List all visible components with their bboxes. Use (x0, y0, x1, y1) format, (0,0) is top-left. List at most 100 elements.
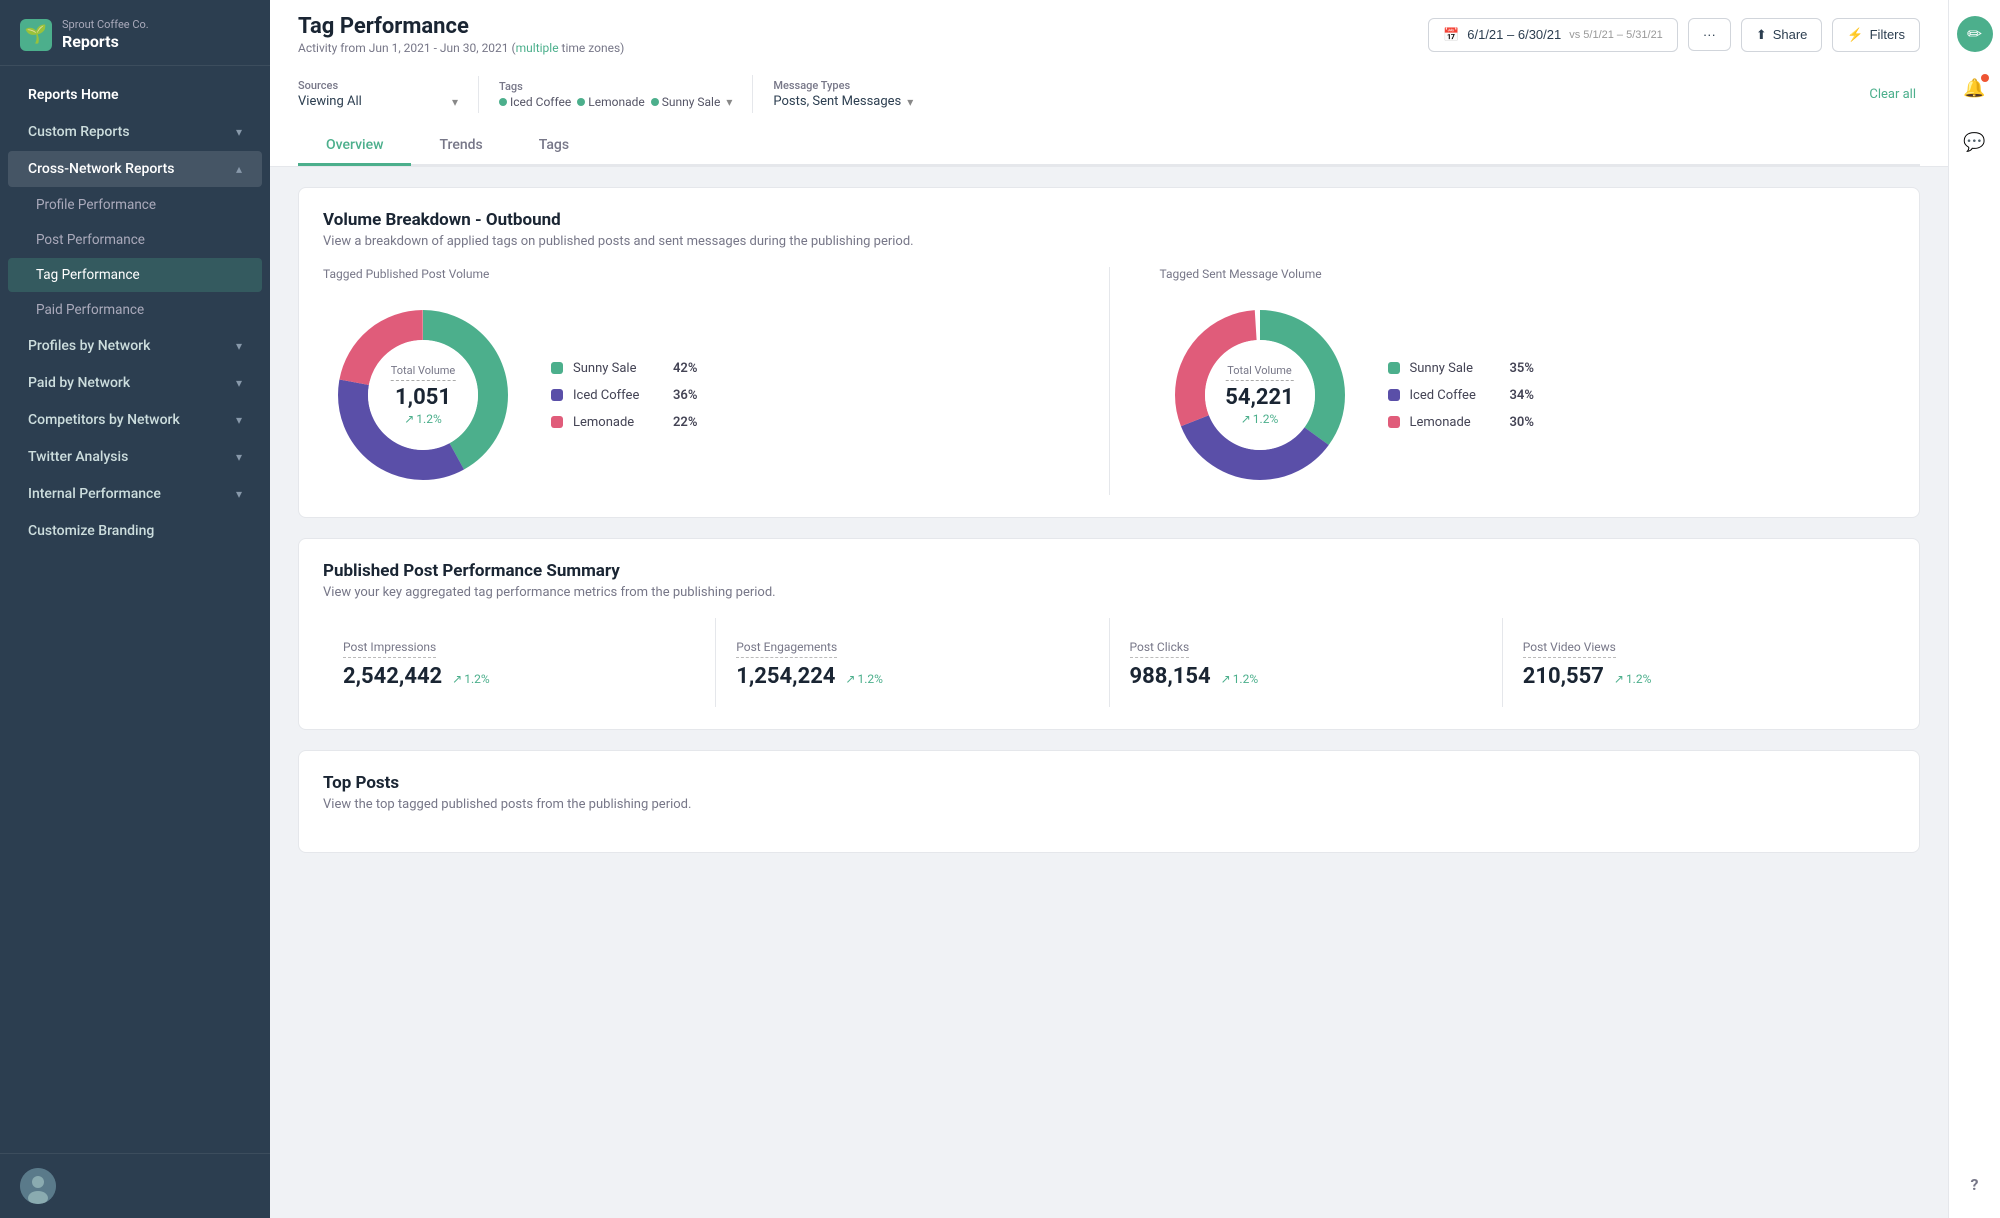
volume-breakdown-card: Volume Breakdown - Outbound View a break… (298, 187, 1920, 518)
stat-post-engagements: Post Engagements 1,254,224 ↗ 1.2% (716, 618, 1109, 707)
page-title: Tag Performance (298, 14, 624, 39)
post-performance-desc: View your key aggregated tag performance… (323, 585, 1895, 600)
chevron-down-icon: ▾ (236, 487, 242, 501)
legend-item-sunny-sale: Sunny Sale 42% (551, 361, 697, 376)
legend-item-r-sunny-sale: Sunny Sale 35% (1388, 361, 1534, 376)
post-performance-title: Published Post Performance Summary (323, 561, 1895, 581)
trend-up-icon: ↗ (1221, 672, 1231, 686)
sidebar-header: 🌱 Sprout Coffee Co. Reports (0, 0, 270, 66)
right-chart-legend: Sunny Sale 35% Iced Coffee 34% Lemonade (1388, 361, 1534, 430)
comment-icon: 💬 (1963, 132, 1985, 153)
tags-filter[interactable]: Tags Iced Coffee Lemonade Sunny Sale ▾ (478, 76, 752, 113)
sidebar-item-paid-by-network[interactable]: Paid by Network ▾ (8, 365, 262, 401)
right-donut-chart: Total Volume 54,221 ↗ 1.2% (1160, 295, 1360, 495)
volume-card-desc: View a breakdown of applied tags on publ… (323, 234, 1895, 249)
tag-sunny-sale: Sunny Sale (651, 95, 721, 109)
stats-row: Post Impressions 2,542,442 ↗ 1.2% Post E… (323, 618, 1895, 707)
share-button[interactable]: ⬆ Share (1741, 18, 1823, 52)
notification-dot (1981, 74, 1989, 82)
top-posts-title: Top Posts (323, 773, 1895, 793)
post-performance-card: Published Post Performance Summary View … (298, 538, 1920, 730)
stat-post-video-views: Post Video Views 210,557 ↗ 1.2% (1503, 618, 1895, 707)
right-icon-bar: ✏ 🔔 💬 ? (1948, 0, 2000, 1218)
chevron-down-icon: ▾ (236, 376, 242, 390)
content-area: Volume Breakdown - Outbound View a break… (270, 167, 1948, 1218)
page-subtitle: Activity from Jun 1, 2021 - Jun 30, 2021… (298, 41, 624, 55)
notifications-button[interactable]: 🔔 (1957, 70, 1993, 106)
trend-up-icon: ↗ (845, 672, 855, 686)
stat-post-impressions: Post Impressions 2,542,442 ↗ 1.2% (323, 618, 716, 707)
share-icon: ⬆ (1756, 27, 1767, 43)
sidebar-item-customize-branding[interactable]: Customize Branding (8, 513, 262, 549)
sources-filter[interactable]: Sources Viewing All ▾ (298, 75, 478, 113)
filter-icon: ⚡ (1847, 27, 1863, 43)
chevron-down-icon: ▾ (726, 95, 732, 109)
date-range-button[interactable]: 📅 6/1/21 – 6/30/21 vs 5/1/21 – 5/31/21 (1428, 18, 1678, 52)
volume-card-title: Volume Breakdown - Outbound (323, 210, 1895, 230)
topbar-actions: 📅 6/1/21 – 6/30/21 vs 5/1/21 – 5/31/21 ·… (1428, 18, 1920, 52)
sidebar-item-twitter-analysis[interactable]: Twitter Analysis ▾ (8, 439, 262, 475)
tab-bar: Overview Trends Tags (298, 127, 1920, 166)
legend-item-lemonade: Lemonade 22% (551, 415, 697, 430)
comments-button[interactable]: 💬 (1957, 124, 1993, 160)
logo-icon: 🌱 (20, 19, 52, 51)
left-chart-label: Tagged Published Post Volume (323, 267, 489, 281)
section-title: Reports (62, 32, 149, 51)
sidebar-item-profile-performance[interactable]: Profile Performance (8, 188, 262, 222)
sidebar-item-reports-home[interactable]: Reports Home (8, 77, 262, 113)
chevron-down-icon: ▾ (452, 95, 458, 109)
chevron-down-icon: ▾ (236, 450, 242, 464)
sidebar-item-tag-performance[interactable]: Tag Performance (8, 258, 262, 292)
chevron-up-icon: ▴ (236, 162, 242, 176)
tab-tags[interactable]: Tags (511, 127, 597, 166)
message-types-filter[interactable]: Message Types Posts, Sent Messages ▾ (752, 75, 933, 113)
more-options-button[interactable]: ··· (1688, 18, 1731, 51)
chevron-down-icon: ▾ (236, 413, 242, 427)
topbar: Tag Performance Activity from Jun 1, 202… (270, 0, 1948, 167)
tag-lemonade: Lemonade (577, 95, 644, 109)
left-donut-center: Total Volume 1,051 ↗ 1.2% (391, 364, 456, 426)
sidebar-item-profiles-by-network[interactable]: Profiles by Network ▾ (8, 328, 262, 364)
sidebar-item-post-performance[interactable]: Post Performance (8, 223, 262, 257)
edit-icon: ✏ (1967, 24, 1982, 45)
left-chart-legend: Sunny Sale 42% Iced Coffee 36% Lemonade (551, 361, 697, 430)
avatar[interactable] (20, 1168, 56, 1204)
chevron-down-icon: ▾ (236, 339, 242, 353)
company-name: Sprout Coffee Co. (62, 18, 149, 32)
sidebar-nav: Reports Home Custom Reports ▾ Cross-Netw… (0, 66, 270, 1153)
right-chart-block: Tagged Sent Message Volume (1160, 267, 1896, 495)
trend-up-icon: ↗ (1614, 672, 1624, 686)
trend-up-icon: ↗ (404, 412, 414, 426)
main-content: Tag Performance Activity from Jun 1, 202… (270, 0, 1948, 1218)
help-button[interactable]: ? (1957, 1166, 1993, 1202)
sidebar-item-competitors-by-network[interactable]: Competitors by Network ▾ (8, 402, 262, 438)
tag-iced-coffee: Iced Coffee (499, 95, 571, 109)
calendar-icon: 📅 (1443, 27, 1459, 43)
legend-item-r-lemonade: Lemonade 30% (1388, 415, 1534, 430)
sidebar: 🌱 Sprout Coffee Co. Reports Reports Home… (0, 0, 270, 1218)
chevron-down-icon: ▾ (907, 95, 913, 109)
sidebar-item-custom-reports[interactable]: Custom Reports ▾ (8, 114, 262, 150)
sidebar-footer (0, 1153, 270, 1218)
filters-button[interactable]: ⚡ Filters (1832, 18, 1920, 52)
clear-all-button[interactable]: Clear all (1869, 87, 1920, 102)
tab-overview[interactable]: Overview (298, 127, 411, 166)
top-posts-card: Top Posts View the top tagged published … (298, 750, 1920, 853)
chevron-down-icon: ▾ (236, 125, 242, 139)
right-donut-center: Total Volume 54,221 ↗ 1.2% (1225, 364, 1294, 426)
left-chart-block: Tagged Published Post Volume (323, 267, 1059, 495)
right-chart-label: Tagged Sent Message Volume (1160, 267, 1322, 281)
sidebar-item-paid-performance[interactable]: Paid Performance (8, 293, 262, 327)
chart-divider (1109, 267, 1110, 495)
sidebar-item-internal-performance[interactable]: Internal Performance ▾ (8, 476, 262, 512)
edit-button[interactable]: ✏ (1957, 16, 1993, 52)
tab-trends[interactable]: Trends (411, 127, 510, 166)
multiple-timezones-link[interactable]: multiple (516, 41, 559, 55)
filter-bar: Sources Viewing All ▾ Tags Iced Coffee L… (298, 65, 1920, 123)
trend-up-icon: ↗ (452, 672, 462, 686)
help-icon: ? (1971, 1175, 1979, 1194)
legend-item-r-iced-coffee: Iced Coffee 34% (1388, 388, 1534, 403)
top-posts-desc: View the top tagged published posts from… (323, 797, 1895, 812)
left-donut-chart: Total Volume 1,051 ↗ 1.2% (323, 295, 523, 495)
sidebar-item-cross-network[interactable]: Cross-Network Reports ▴ (8, 151, 262, 187)
